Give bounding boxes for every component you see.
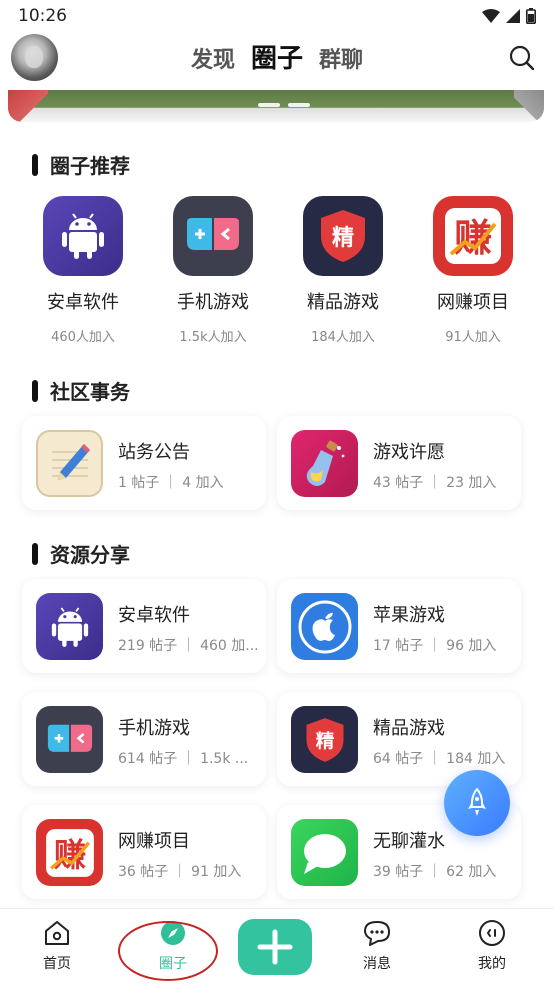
plus-icon (257, 929, 293, 965)
annotation-ring (118, 921, 218, 981)
nav-label: 我的 (478, 956, 506, 972)
wifi-icon (482, 9, 500, 23)
circle-card-mobile-games[interactable]: 手机游戏 614 帖子 ｜ 1.5k ... (22, 692, 266, 786)
rec-joined: 1.5k人加入 (179, 330, 247, 345)
profile-icon (479, 920, 505, 946)
rec-name: 安卓软件 (47, 292, 119, 313)
tab-circles[interactable]: 圈子 (251, 38, 303, 75)
recommended-circles: 安卓软件 460人加入 手机游戏 1.5k人加入 精 精品游戏 184人加入 赚… (18, 196, 538, 345)
section-title: 圈子推荐 (50, 154, 130, 178)
chat-bubble-icon (291, 819, 358, 886)
card-meta: 219 帖子 ｜ 460 加... (118, 638, 259, 654)
card-meta: 17 帖子 ｜ 96 加入 (373, 638, 497, 654)
home-icon (45, 921, 69, 945)
zhuan-icon: 赚 (36, 819, 103, 886)
section-resources: 资源分享 (32, 539, 130, 568)
gamepad-icon (36, 706, 103, 773)
circle-card-game-wish[interactable]: 游戏许愿 43 帖子 ｜ 23 加入 (277, 416, 521, 510)
search-icon[interactable] (508, 44, 536, 72)
section-title: 社区事务 (50, 380, 130, 404)
rec-item-mobile-games[interactable]: 手机游戏 1.5k人加入 (148, 196, 278, 345)
svg-text:精: 精 (332, 225, 354, 251)
message-icon (364, 921, 390, 946)
apple-icon (291, 593, 358, 660)
card-meta: 614 帖子 ｜ 1.5k ... (118, 751, 249, 767)
zhuan-icon: 赚 (433, 196, 513, 276)
card-title: 手机游戏 (118, 718, 190, 739)
section-community: 社区事务 (32, 376, 130, 405)
rec-item-premium-games[interactable]: 精 精品游戏 184人加入 (278, 196, 408, 345)
rec-name: 精品游戏 (307, 292, 379, 313)
svg-text:赚: 赚 (53, 835, 85, 873)
rec-joined: 184人加入 (311, 330, 375, 345)
nav-label: 消息 (363, 956, 391, 972)
card-meta: 64 帖子 ｜ 184 加入 (373, 751, 506, 767)
status-icons (482, 8, 536, 24)
status-bar: 10:26 (0, 0, 554, 32)
nav-label: 首页 (43, 956, 71, 972)
card-title: 网赚项目 (118, 831, 190, 852)
card-title: 游戏许愿 (373, 442, 445, 463)
circle-card-apple-games[interactable]: 苹果游戏 17 帖子 ｜ 96 加入 (277, 579, 521, 673)
card-title: 苹果游戏 (373, 605, 445, 626)
nav-profile[interactable]: 我的 (452, 919, 532, 973)
shield-jing-icon: 精 (291, 706, 358, 773)
top-nav: 发现 圈子 群聊 (0, 32, 554, 90)
wish-bottle-icon (291, 430, 358, 497)
top-tabs: 发现 圈子 群聊 (0, 38, 554, 75)
rec-joined: 91人加入 (445, 330, 501, 345)
section-title: 资源分享 (50, 543, 130, 567)
card-meta: 1 帖子 ｜ 4 加入 (118, 475, 224, 491)
carousel-indicator (258, 103, 310, 107)
notepad-icon (36, 430, 103, 497)
card-title: 无聊灌水 (373, 831, 445, 852)
android-icon (36, 593, 103, 660)
svg-text:赚: 赚 (454, 216, 492, 260)
nav-home[interactable]: 首页 (17, 919, 97, 973)
card-title: 精品游戏 (373, 718, 445, 739)
rocket-fab-button[interactable] (444, 770, 510, 836)
card-title: 安卓软件 (118, 605, 190, 626)
circle-card-android[interactable]: 安卓软件 219 帖子 ｜ 460 加... (22, 579, 266, 673)
rec-name: 网赚项目 (437, 292, 509, 313)
rec-item-earn-money[interactable]: 赚 网赚项目 91人加入 (408, 196, 538, 345)
card-title: 站务公告 (118, 442, 190, 463)
rec-item-android[interactable]: 安卓软件 460人加入 (18, 196, 148, 345)
nav-messages[interactable]: 消息 (337, 919, 417, 973)
rec-name: 手机游戏 (177, 292, 249, 313)
android-icon (43, 196, 123, 276)
rocket-icon (468, 788, 486, 816)
tab-discover[interactable]: 发现 (191, 42, 235, 74)
svg-text:精: 精 (315, 730, 334, 752)
bottom-nav: 首页 圈子 消息 我的 (0, 908, 554, 984)
banner-carousel[interactable] (8, 90, 544, 122)
section-recommend: 圈子推荐 (32, 150, 130, 179)
tab-group-chat[interactable]: 群聊 (319, 42, 363, 74)
signal-icon (506, 9, 520, 23)
card-meta: 39 帖子 ｜ 62 加入 (373, 864, 497, 880)
shield-jing-icon: 精 (303, 196, 383, 276)
status-time: 10:26 (18, 6, 67, 26)
add-post-button[interactable] (238, 919, 312, 975)
circle-card-earn-money[interactable]: 赚 网赚项目 36 帖子 ｜ 91 加入 (22, 805, 266, 899)
rec-joined: 460人加入 (51, 330, 115, 345)
circle-card-announcement[interactable]: 站务公告 1 帖子 ｜ 4 加入 (22, 416, 266, 510)
card-meta: 43 帖子 ｜ 23 加入 (373, 475, 497, 491)
card-meta: 36 帖子 ｜ 91 加入 (118, 864, 242, 880)
battery-icon (526, 8, 536, 24)
gamepad-icon (173, 196, 253, 276)
